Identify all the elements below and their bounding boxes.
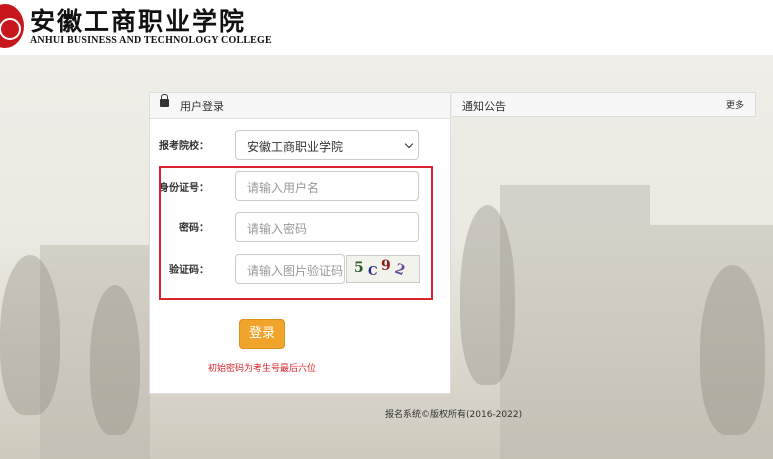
school-label: 报考院校： <box>159 141 209 152</box>
school-select-value: 安徽工商职业学院 <box>247 140 344 154</box>
college-name-cn: 安徽工商职业学院 <box>30 7 247 36</box>
college-seal-icon <box>0 4 24 48</box>
login-button[interactable]: 登录 <box>239 319 285 349</box>
login-panel: 用户登录 报考院校： 安徽工商职业学院 身份证号： 请输入用户名 密码： 请输入… <box>149 92 451 394</box>
college-name-en: ANHUI BUSINESS AND TECHNOLOGY COLLEGE <box>30 35 272 46</box>
notice-panel-header: 通知公告 更多 <box>452 92 756 117</box>
lock-icon <box>160 94 169 107</box>
login-panel-title: 用户登录 <box>180 100 224 113</box>
highlight-box <box>159 166 433 300</box>
password-hint: 初始密码为考生号最后六位 <box>208 364 317 374</box>
notice-title: 通知公告 <box>462 100 506 113</box>
chevron-down-icon <box>404 139 414 149</box>
page-header: 安徽工商职业学院 ANHUI BUSINESS AND TECHNOLOGY C… <box>0 0 773 55</box>
notice-more-link[interactable]: 更多 <box>726 98 744 111</box>
school-select[interactable]: 安徽工商职业学院 <box>235 130 419 160</box>
footer-copyright: 报名系统©版权所有(2016-2022) <box>385 410 523 420</box>
login-panel-header: 用户登录 <box>150 93 450 119</box>
